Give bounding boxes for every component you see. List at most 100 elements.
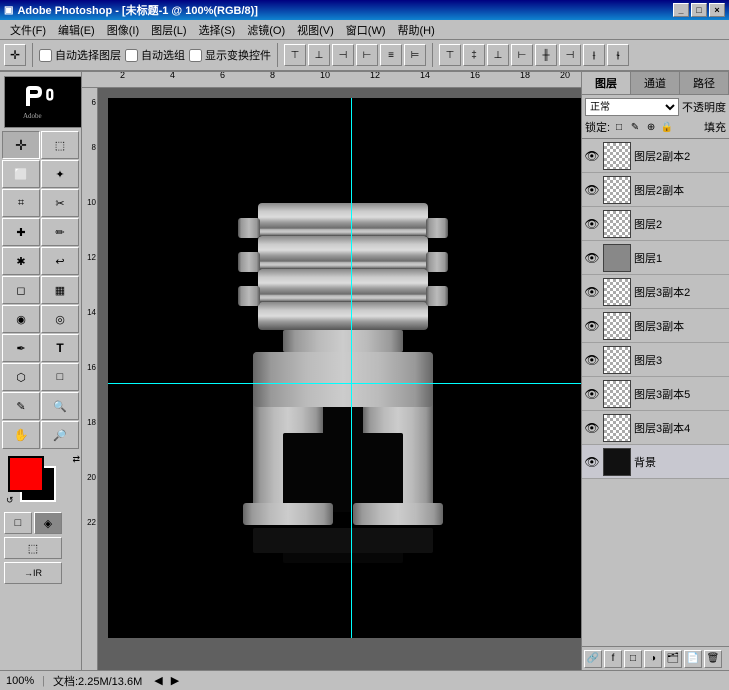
heal-tool[interactable]: ✚ <box>2 218 40 246</box>
layer-item-2[interactable]: 👁 图层2 <box>582 207 729 241</box>
layer-item-7[interactable]: 👁 图层3副本5 <box>582 377 729 411</box>
jump-to-button[interactable]: →IR <box>4 562 62 584</box>
marquee-tool[interactable]: ⬜ <box>2 160 40 188</box>
type-tool[interactable]: T <box>41 334 79 362</box>
lock-all-icon[interactable]: 🔒 <box>660 120 674 134</box>
menu-select[interactable]: 选择(S) <box>193 20 242 40</box>
zoom-tool[interactable]: 🔎 <box>41 421 79 449</box>
slice-tool[interactable]: ✂ <box>41 189 79 217</box>
jump-row: →IR <box>4 562 77 584</box>
gradient-tool[interactable]: ▦ <box>41 276 79 304</box>
menu-image[interactable]: 图像(I) <box>101 20 145 40</box>
layer-adjustment-button[interactable]: ◑ <box>644 650 662 668</box>
maximize-button[interactable]: □ <box>691 3 707 17</box>
layer-eye-0[interactable]: 👁 <box>584 148 600 164</box>
layer-item-4[interactable]: 👁 图层3副本2 <box>582 275 729 309</box>
dist-extra2-button[interactable]: ⫳ <box>607 44 629 66</box>
lasso-tool[interactable]: ⬚ <box>41 131 79 159</box>
screen-mode-button[interactable]: ⬚ <box>4 537 62 559</box>
layer-delete-button[interactable]: 🗑 <box>704 650 722 668</box>
layer-eye-4[interactable]: 👁 <box>584 284 600 300</box>
layer-item-1[interactable]: 👁 图层2副本 <box>582 173 729 207</box>
history-brush-tool[interactable]: ↩ <box>41 247 79 275</box>
auto-select-layer-input[interactable] <box>39 49 52 62</box>
brush-tool[interactable]: ✏ <box>41 218 79 246</box>
layer-eye-2[interactable]: 👁 <box>584 216 600 232</box>
menu-window[interactable]: 窗口(W) <box>340 20 392 40</box>
menu-view[interactable]: 视图(V) <box>291 20 340 40</box>
menu-file[interactable]: 文件(F) <box>4 20 52 40</box>
pen-tool[interactable]: ✒ <box>2 334 40 362</box>
layer-mask-button[interactable]: □ <box>624 650 642 668</box>
foreground-color-swatch[interactable] <box>8 456 44 492</box>
layer-item-5[interactable]: 👁 图层3副本 <box>582 309 729 343</box>
blend-mode-select[interactable]: 正常 <box>585 98 679 116</box>
minimize-button[interactable]: _ <box>673 3 689 17</box>
align-right-button[interactable]: ⊨ <box>404 44 426 66</box>
dist-right-button[interactable]: ⊣ <box>559 44 581 66</box>
align-hcenter-button[interactable]: ≡ <box>380 44 402 66</box>
layer-group-button[interactable]: 🗂 <box>664 650 682 668</box>
tab-paths[interactable]: 路径 <box>680 72 729 94</box>
hand-tool[interactable]: ✋ <box>2 421 40 449</box>
nav-arrow-left[interactable]: ◀ <box>154 674 162 687</box>
dist-vcenter-button[interactable]: ‡ <box>463 44 485 66</box>
show-transform-controls-checkbox[interactable]: 显示变换控件 <box>189 47 271 63</box>
crop-tool[interactable]: ⌗ <box>2 189 40 217</box>
layer-item-6[interactable]: 👁 图层3 <box>582 343 729 377</box>
layer-item-3[interactable]: 👁 图层1 <box>582 241 729 275</box>
quick-mask-button[interactable]: ◈ <box>34 512 62 534</box>
dodge-tool[interactable]: ◎ <box>41 305 79 333</box>
layer-new-button[interactable]: 📄 <box>684 650 702 668</box>
lock-transparent-icon[interactable]: □ <box>612 120 626 134</box>
auto-select-group-checkbox[interactable]: 自动选组 <box>125 47 185 63</box>
dist-left-button[interactable]: ⊢ <box>511 44 533 66</box>
eyedropper-tool[interactable]: 🔍 <box>41 392 79 420</box>
align-left-button[interactable]: ⊢ <box>356 44 378 66</box>
dist-hcenter-button[interactable]: ╫ <box>535 44 557 66</box>
layer-eye-3[interactable]: 👁 <box>584 250 600 266</box>
show-transform-controls-input[interactable] <box>189 49 202 62</box>
dist-top-button[interactable]: ⊤ <box>439 44 461 66</box>
shape-tool[interactable]: □ <box>41 363 79 391</box>
tab-layers[interactable]: 图层 <box>582 72 631 94</box>
layer-eye-6[interactable]: 👁 <box>584 352 600 368</box>
eraser-tool[interactable]: ◻ <box>2 276 40 304</box>
auto-select-group-input[interactable] <box>125 49 138 62</box>
dist-bottom-button[interactable]: ⊥ <box>487 44 509 66</box>
auto-select-layer-checkbox[interactable]: 自动选择图层 <box>39 47 121 63</box>
layer-item-0[interactable]: 👁 图层2副本2 <box>582 139 729 173</box>
menu-edit[interactable]: 编辑(E) <box>52 20 101 40</box>
layer-eye-5[interactable]: 👁 <box>584 318 600 334</box>
align-bottom-button[interactable]: ⊣ <box>332 44 354 66</box>
swap-colors-button[interactable]: ⇄ <box>72 454 80 465</box>
clone-tool[interactable]: ✱ <box>2 247 40 275</box>
align-top-button[interactable]: ⊤ <box>284 44 306 66</box>
reset-colors-button[interactable]: ↺ <box>6 495 14 506</box>
layer-item-8[interactable]: 👁 图层3副本4 <box>582 411 729 445</box>
move-tool[interactable]: ✛ <box>2 131 40 159</box>
layer-style-button[interactable]: f <box>604 650 622 668</box>
layer-eye-7[interactable]: 👁 <box>584 386 600 402</box>
standard-mode-button[interactable]: □ <box>4 512 32 534</box>
lock-position-icon[interactable]: ⊕ <box>644 120 658 134</box>
menu-filter[interactable]: 滤镜(O) <box>241 20 291 40</box>
layer-eye-8[interactable]: 👁 <box>584 420 600 436</box>
menu-layer[interactable]: 图层(L) <box>145 20 192 40</box>
layer-item-9[interactable]: 👁 背景 <box>582 445 729 479</box>
notes-tool[interactable]: ✎ <box>2 392 40 420</box>
layer-eye-9[interactable]: 👁 <box>584 454 600 470</box>
nav-arrow-right[interactable]: ▶ <box>171 674 179 687</box>
path-tool[interactable]: ⬡ <box>2 363 40 391</box>
align-vcenter-button[interactable]: ⊥ <box>308 44 330 66</box>
lock-image-icon[interactable]: ✎ <box>628 120 642 134</box>
tab-channels[interactable]: 通道 <box>631 72 680 94</box>
close-button[interactable]: × <box>709 3 725 17</box>
layer-link-button[interactable]: 🔗 <box>584 650 602 668</box>
layer-eye-1[interactable]: 👁 <box>584 182 600 198</box>
blur-tool[interactable]: ◉ <box>2 305 40 333</box>
dist-extra-button[interactable]: ⫲ <box>583 44 605 66</box>
move-tool-button[interactable]: ✛ <box>4 44 26 66</box>
magic-wand-tool[interactable]: ✦ <box>41 160 79 188</box>
menu-help[interactable]: 帮助(H) <box>392 20 441 40</box>
